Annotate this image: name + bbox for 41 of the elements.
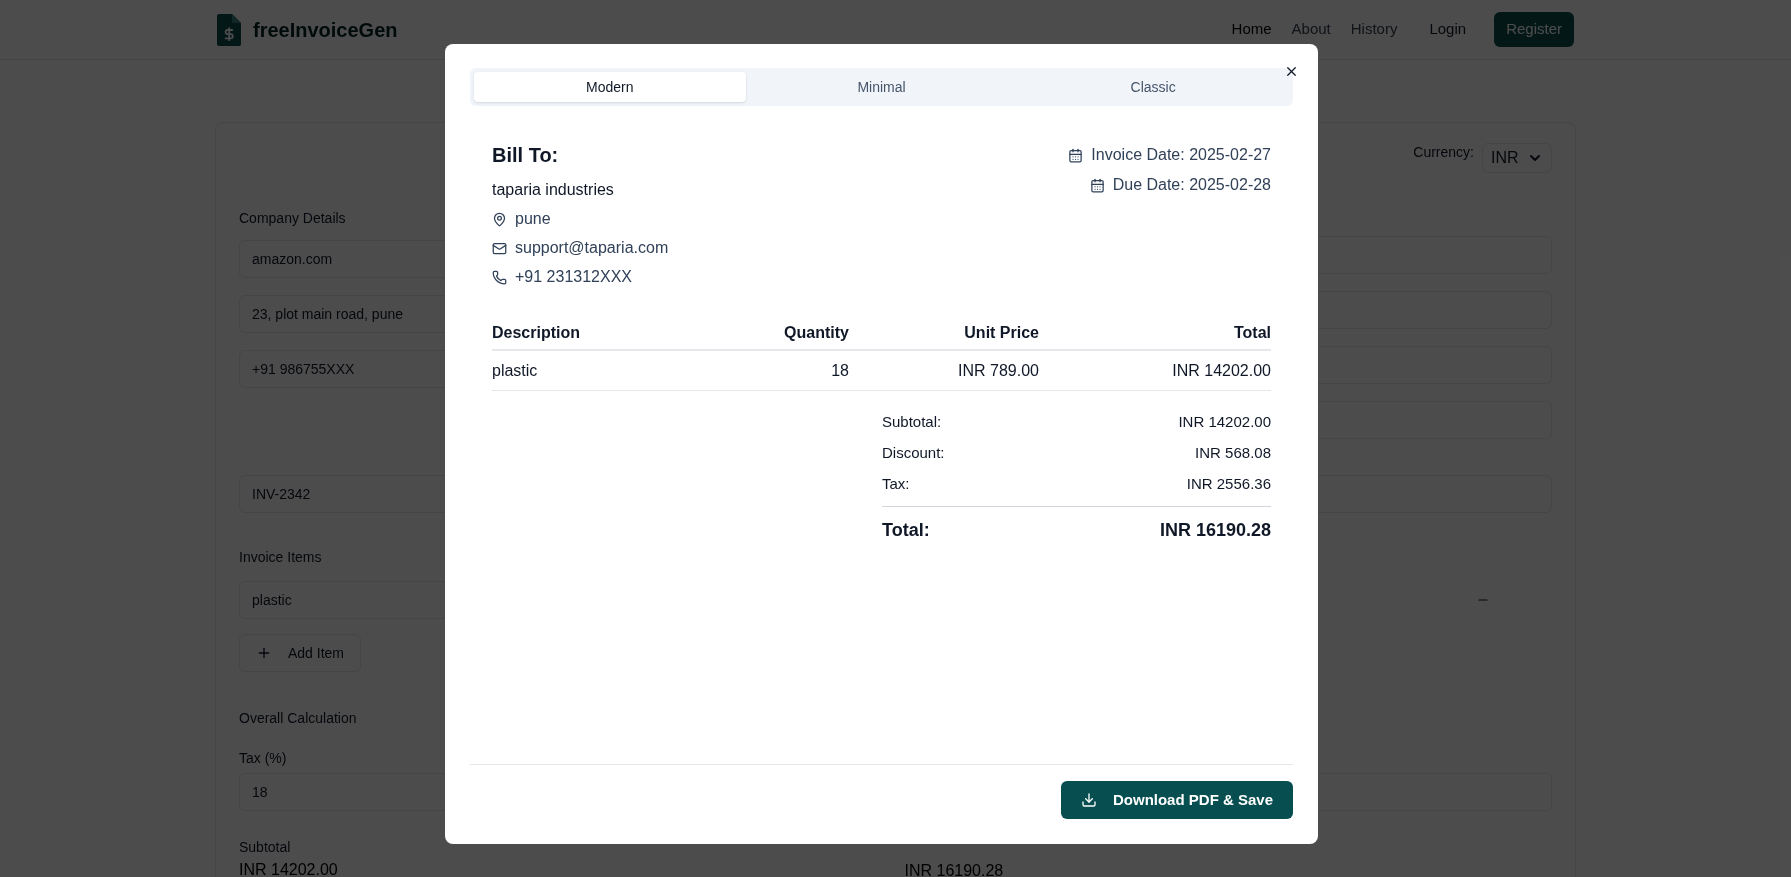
section-heading: Company Details — [239, 209, 346, 228]
summary-label: Tax: — [882, 474, 910, 495]
field-label: Tax (%) — [239, 749, 288, 768]
subtotal-label: Subtotal — [239, 838, 292, 857]
due-date: Due Date: 2025-02-28 — [1112, 175, 1271, 195]
column-header: Total — [1232, 323, 1271, 343]
summary-label: Discount: — [882, 443, 945, 464]
currency-label: Currency: — [1413, 142, 1474, 162]
client-name: taparia industries — [492, 180, 615, 200]
bill-to-heading: Bill To: — [492, 143, 560, 168]
table-cell-text: INR 14202.00 — [1171, 360, 1271, 381]
location-pin-icon — [492, 211, 507, 227]
template-tab[interactable]: Classic — [1017, 72, 1289, 102]
total-value: INR 16190.28 — [904, 861, 1005, 877]
section-heading: Overall Calculation — [239, 709, 358, 728]
summary-label: Subtotal: — [882, 412, 942, 433]
section-heading: Invoice Items — [239, 548, 322, 567]
summary-value: INR 2556.36 — [1186, 474, 1271, 495]
summary-value: INR 568.08 — [1195, 443, 1271, 464]
calendar-icon — [1068, 147, 1084, 163]
client-address: pune — [515, 209, 551, 229]
total-amount: INR 16190.28 — [1159, 519, 1271, 542]
template-tab[interactable]: Modern — [474, 72, 746, 102]
table-cell-text: plastic — [492, 360, 539, 381]
column-header: Unit Price — [963, 323, 1039, 343]
total-label: Total: — [882, 519, 930, 542]
template-tab[interactable]: Minimal — [745, 72, 1018, 102]
subtotal-value: INR 14202.00 — [239, 860, 339, 877]
client-phone: +91 231312XXX — [515, 267, 632, 287]
summary-value: INR 14202.00 — [1178, 412, 1271, 433]
invoice-date: Invoice Date: 2025-02-27 — [1091, 145, 1271, 165]
calendar-icon — [1089, 177, 1105, 193]
table-cell-text: 18 — [830, 360, 849, 381]
column-header: Quantity — [783, 323, 849, 343]
table-cell-text: INR 789.00 — [957, 360, 1039, 381]
mail-icon — [492, 240, 507, 256]
phone-icon — [492, 269, 507, 285]
download-icon — [1080, 792, 1097, 808]
column-header: Description — [492, 323, 581, 343]
download-button[interactable]: Download PDF & Save — [1060, 781, 1293, 819]
client-email: support@taparia.com — [515, 238, 669, 258]
